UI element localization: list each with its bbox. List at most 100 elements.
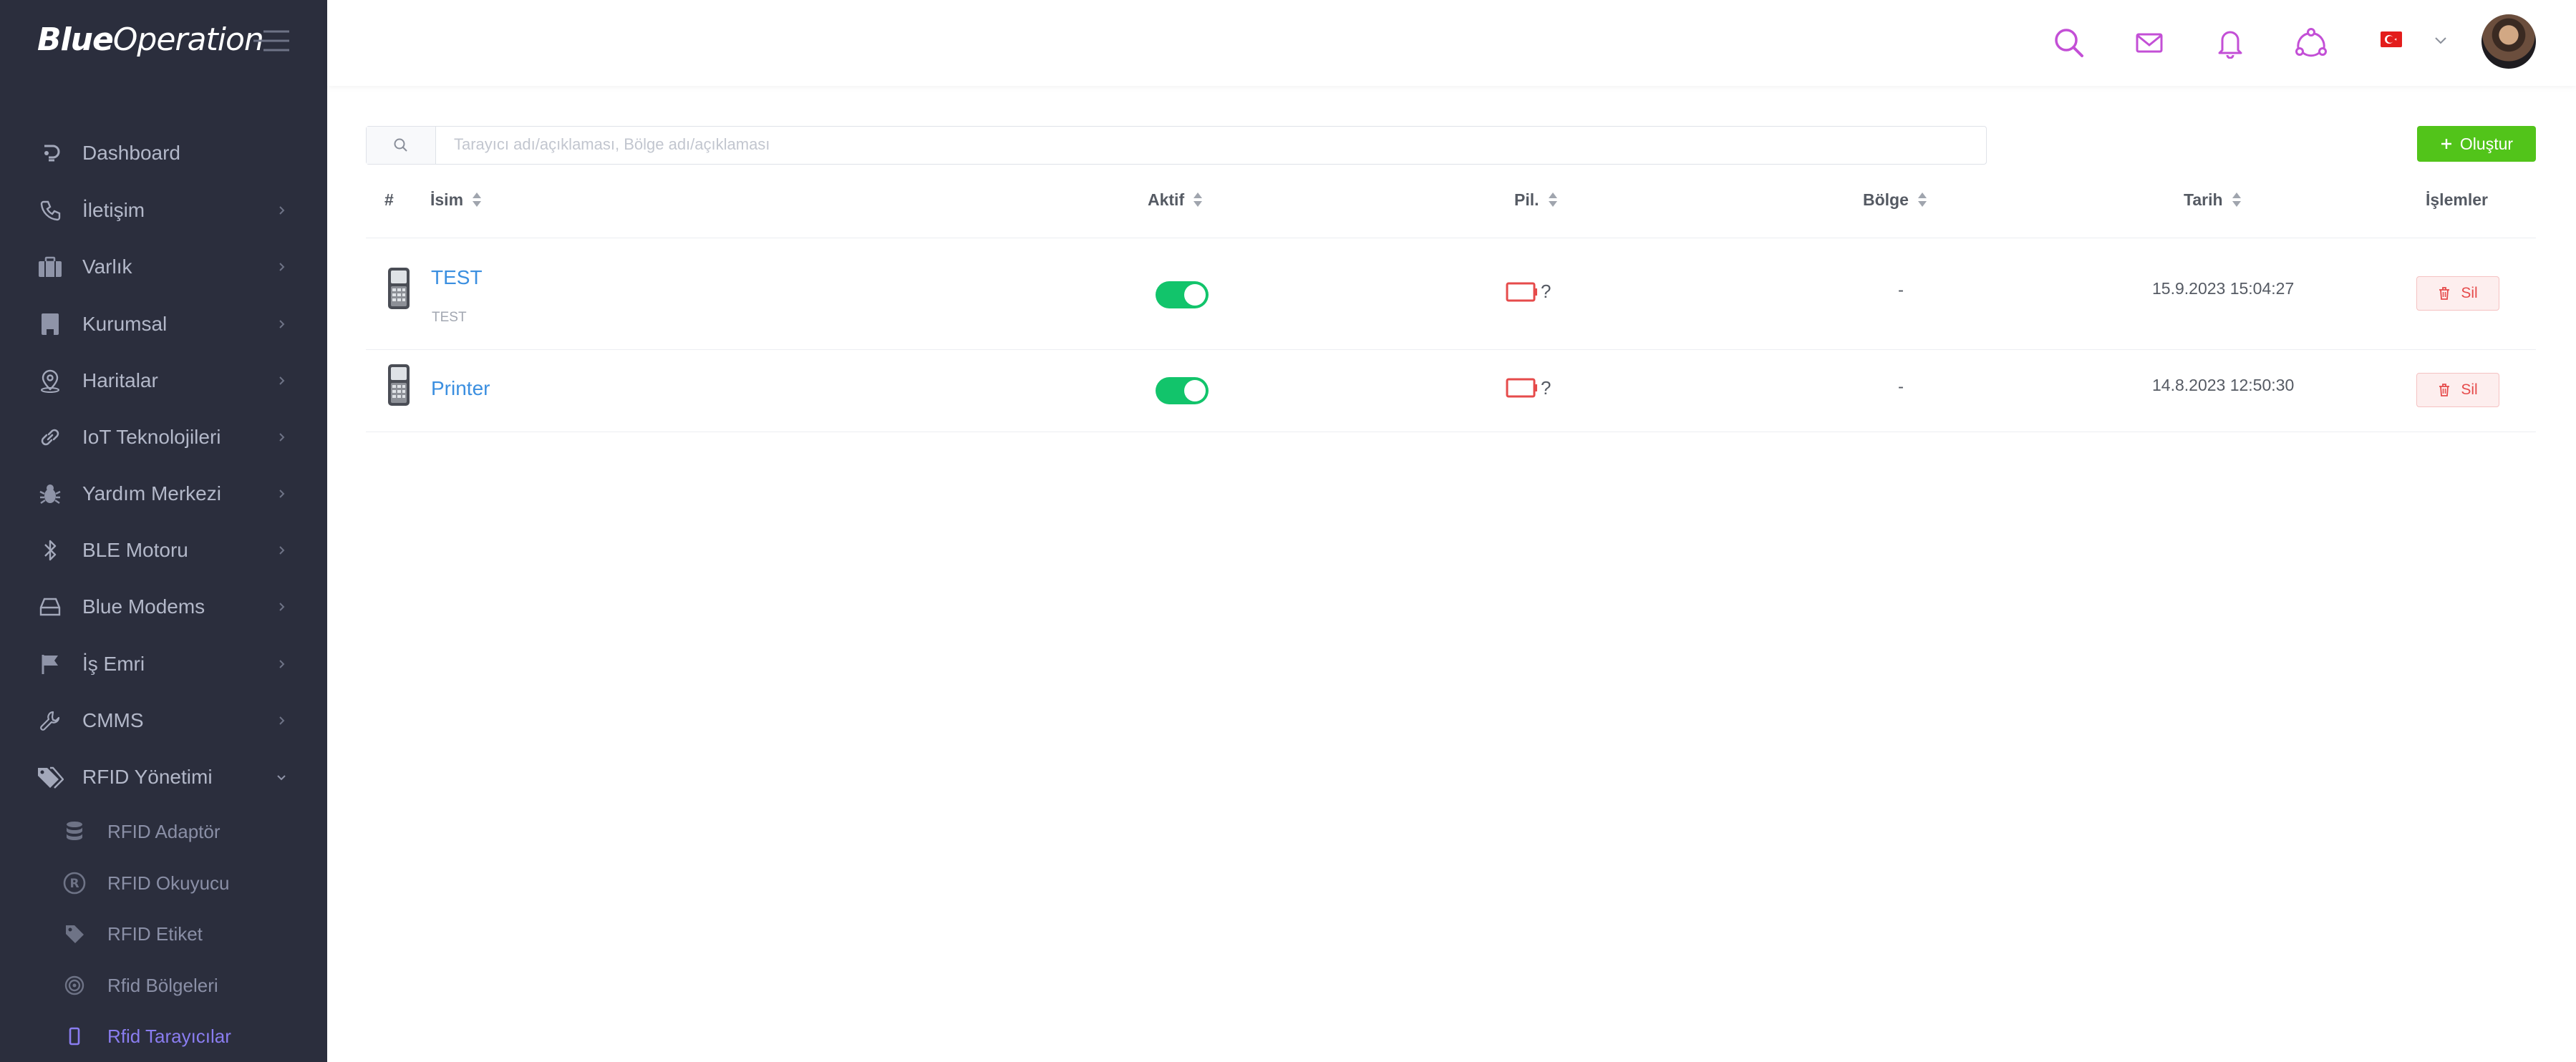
target-icon: [62, 973, 87, 998]
delete-button[interactable]: Sil: [2416, 276, 2499, 311]
chevron-right-icon: [279, 660, 285, 668]
chevron-down-icon: [277, 775, 286, 781]
scanner-device-icon: [388, 268, 410, 309]
sidebar-item-label: BLE Motoru: [82, 539, 188, 561]
chevron-right-icon: [279, 716, 285, 725]
wrench-icon: [36, 706, 64, 735]
delete-button[interactable]: Sil: [2416, 373, 2499, 407]
database-icon: [62, 819, 87, 844]
sidebar-item-label: Blue Modems: [82, 595, 205, 618]
chevron-right-icon: [279, 263, 285, 271]
chevron-right-icon: [279, 433, 285, 442]
svg-text:R: R: [69, 877, 79, 891]
sidebar-item-haritalar[interactable]: Haritalar: [0, 356, 327, 406]
sidebar-subitem-rfid-tarayicilar[interactable]: Rfid Tarayıcılar: [0, 1015, 327, 1058]
sidebar-item-iletisim[interactable]: İletişim: [0, 185, 327, 235]
region-value: -: [1898, 281, 1904, 300]
sidebar-item-label: RFID Yönetimi: [82, 766, 213, 788]
sidebar-item-iot[interactable]: IoT Teknolojileri: [0, 412, 327, 462]
chevron-right-icon: [279, 489, 285, 498]
sidebar-item-label: Kurumsal: [82, 313, 168, 335]
chevron-right-icon: [279, 320, 285, 328]
search-icon[interactable]: [2049, 23, 2089, 63]
sidebar-subitem-rfid-adaptor[interactable]: RFID Adaptör: [0, 810, 327, 853]
sidebar: BlueOperation Dashboard İletişim Varlık …: [0, 0, 327, 1062]
sidebar-item-label: İş Emri: [82, 653, 145, 675]
tags-icon: [36, 763, 64, 791]
create-button[interactable]: Oluştur: [2417, 126, 2536, 162]
sort-icon: [1917, 193, 1927, 207]
active-toggle[interactable]: [1156, 281, 1209, 308]
chevron-right-icon: [279, 206, 285, 215]
battery-value: ?: [1541, 281, 1551, 302]
mobile-icon: [62, 1023, 87, 1049]
avatar[interactable]: [2481, 14, 2536, 69]
menu-toggle-icon[interactable]: [252, 29, 291, 53]
chevron-right-icon: [279, 546, 285, 555]
brand-bold: Blue: [37, 21, 114, 58]
scanner-name-link[interactable]: TEST: [431, 266, 483, 289]
briefcase-icon: [36, 253, 64, 281]
link-icon: [36, 423, 64, 452]
date-value: 14.8.2023 12:50:30: [2152, 376, 2295, 394]
phone-icon: [36, 196, 64, 225]
bug-icon: [36, 479, 64, 508]
chevron-right-icon: [279, 603, 285, 611]
column-header-actions: İşlemler: [2426, 190, 2488, 209]
registered-icon: R: [62, 870, 87, 896]
turkish-flag-icon[interactable]: [2381, 31, 2402, 47]
sidebar-item-label: CMMS: [82, 709, 144, 731]
sidebar-item-label: Haritalar: [82, 369, 158, 391]
sidebar-item-is-emri[interactable]: İş Emri: [0, 639, 327, 689]
sidebar-subitem-rfid-etiket[interactable]: RFID Etiket: [0, 912, 327, 955]
trash-icon: [2439, 384, 2450, 396]
plus-icon: [2441, 139, 2451, 149]
sidebar-item-ble[interactable]: BLE Motoru: [0, 525, 327, 575]
mail-icon[interactable]: [2129, 23, 2169, 63]
sort-icon: [1548, 193, 1557, 207]
trash-icon: [2439, 287, 2450, 300]
sidebar-item-label: IoT Teknolojileri: [82, 426, 221, 448]
sort-icon: [473, 193, 482, 207]
sidebar-subitem-label: RFID Adaptör: [107, 820, 221, 842]
column-header-active[interactable]: Aktif: [1148, 187, 1203, 212]
sort-icon: [1193, 193, 1203, 207]
building-icon: [36, 310, 64, 338]
search-icon[interactable]: [367, 127, 436, 164]
bell-icon[interactable]: [2210, 23, 2250, 63]
column-header-battery[interactable]: Pil.: [1514, 187, 1558, 212]
brand-logo[interactable]: BlueOperation: [37, 19, 264, 62]
sidebar-item-rfid-yonetimi[interactable]: RFID Yönetimi: [0, 752, 327, 802]
scanner-device-icon: [388, 364, 410, 406]
column-header-date[interactable]: Tarih: [2184, 187, 2242, 212]
map-pin-icon: [36, 366, 64, 395]
sidebar-item-cmms[interactable]: CMMS: [0, 696, 327, 746]
battery-icon: [1506, 281, 1544, 303]
column-header-region[interactable]: Bölge: [1863, 187, 1927, 212]
battery-value: ?: [1541, 377, 1551, 399]
chevron-down-icon[interactable]: [2433, 34, 2449, 46]
column-header-name[interactable]: İsim: [430, 187, 482, 212]
tag-icon: [62, 921, 87, 947]
sidebar-item-label: Yardım Merkezi: [82, 482, 221, 505]
sidebar-item-label: Varlık: [82, 255, 132, 278]
active-toggle[interactable]: [1156, 377, 1209, 404]
sidebar-subitem-rfid-bolgeleri[interactable]: Rfid Bölgeleri: [0, 964, 327, 1007]
sidebar-item-blue-modems[interactable]: Blue Modems: [0, 582, 327, 632]
sort-icon: [2232, 193, 2241, 207]
column-header-index: #: [384, 190, 394, 209]
sidebar-item-dashboard[interactable]: Dashboard: [0, 128, 327, 178]
scanner-description: TEST: [432, 310, 467, 325]
scanner-name-link[interactable]: Printer: [431, 377, 490, 400]
sidebar-item-varlik[interactable]: Varlık: [0, 242, 327, 292]
sidebar-item-label: İletişim: [82, 199, 145, 221]
sidebar-item-kurumsal[interactable]: Kurumsal: [0, 299, 327, 349]
search-input[interactable]: [438, 128, 1986, 161]
sidebar-subitem-rfid-okuyucu[interactable]: R RFID Okuyucu: [0, 862, 327, 905]
sidebar-subitem-label: RFID Okuyucu: [107, 872, 230, 894]
share-icon[interactable]: [2291, 23, 2331, 63]
flag-icon: [36, 650, 64, 678]
create-button-label: Oluştur: [2459, 134, 2514, 153]
sidebar-item-yardim[interactable]: Yardım Merkezi: [0, 469, 327, 519]
sidebar-subitem-label: RFID Etiket: [107, 922, 203, 945]
